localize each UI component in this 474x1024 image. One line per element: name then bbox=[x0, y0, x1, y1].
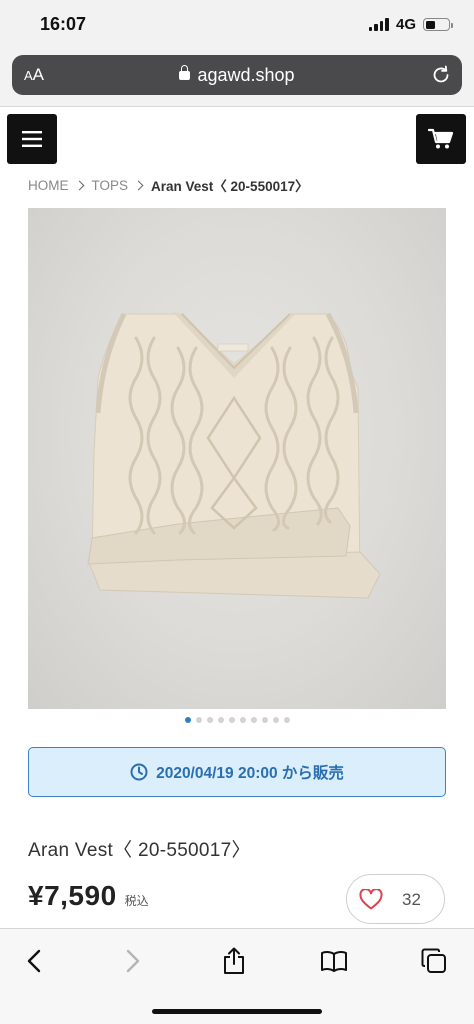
price-row: ¥7,590 税込 bbox=[28, 880, 149, 912]
chevron-right-icon bbox=[126, 949, 140, 973]
bookmarks-button[interactable] bbox=[316, 943, 352, 979]
signal-icon bbox=[368, 18, 389, 31]
product-price: ¥7,590 bbox=[28, 880, 117, 911]
carousel-dot[interactable] bbox=[272, 717, 279, 723]
heart-icon bbox=[359, 888, 383, 909]
url-display[interactable]: agawd.shop bbox=[12, 65, 462, 86]
carousel-dot[interactable] bbox=[228, 717, 235, 723]
carousel-dot[interactable] bbox=[206, 717, 213, 723]
tabs-button[interactable] bbox=[416, 943, 452, 979]
cart-button[interactable] bbox=[416, 114, 466, 164]
like-button[interactable]: 32 bbox=[346, 874, 445, 924]
forward-button[interactable] bbox=[115, 943, 151, 979]
like-count: 32 bbox=[402, 890, 421, 909]
release-date-text: 2020/04/19 20:00 から販売 bbox=[156, 765, 344, 782]
tax-label: 税込 bbox=[124, 894, 149, 908]
breadcrumb-category[interactable]: TOPS bbox=[92, 178, 129, 193]
carousel-dot[interactable] bbox=[250, 717, 257, 723]
product-title: Aran Vest〈 20-550017〉 bbox=[28, 840, 251, 861]
address-bar[interactable]: AA agawd.shop bbox=[12, 55, 462, 95]
status-bar: 16:07 4G bbox=[0, 0, 474, 52]
battery-icon bbox=[423, 18, 453, 31]
clock-icon bbox=[130, 763, 148, 781]
home-indicator bbox=[152, 1009, 322, 1014]
status-indicators: 4G bbox=[368, 16, 453, 33]
status-time: 16:07 bbox=[40, 14, 87, 34]
reload-icon[interactable] bbox=[430, 64, 452, 86]
book-icon bbox=[321, 950, 347, 972]
chevron-right-icon bbox=[74, 180, 84, 190]
share-button[interactable] bbox=[216, 943, 252, 979]
chevron-left-icon bbox=[27, 949, 41, 973]
back-button[interactable] bbox=[16, 943, 52, 979]
address-area: AA agawd.shop bbox=[0, 52, 474, 107]
network-label: 4G bbox=[395, 16, 416, 33]
carousel-dot[interactable] bbox=[195, 717, 202, 723]
breadcrumb: HOME TOPS Aran Vest〈 20-550017〉 bbox=[28, 175, 309, 195]
carousel-dot[interactable] bbox=[239, 717, 246, 723]
carousel-dot[interactable] bbox=[283, 717, 290, 723]
vest-illustration bbox=[87, 311, 381, 599]
tabs-icon bbox=[421, 948, 446, 973]
product-photo[interactable] bbox=[28, 208, 446, 709]
breadcrumb-home[interactable]: HOME bbox=[28, 178, 69, 193]
release-date-banner: 2020/04/19 20:00 から販売 bbox=[28, 747, 446, 797]
carousel-dots[interactable] bbox=[0, 717, 474, 723]
lock-icon bbox=[179, 65, 191, 80]
url-text: agawd.shop bbox=[197, 65, 295, 85]
chevron-right-icon bbox=[133, 180, 144, 190]
cart-icon bbox=[428, 128, 454, 149]
share-icon bbox=[224, 947, 244, 974]
carousel-dot[interactable] bbox=[261, 717, 268, 723]
carousel-dot[interactable] bbox=[217, 717, 224, 723]
carousel-dot[interactable] bbox=[184, 717, 191, 723]
breadcrumb-current: Aran Vest〈 20-550017〉 bbox=[151, 179, 309, 194]
hamburger-icon bbox=[22, 131, 42, 147]
menu-button[interactable] bbox=[7, 114, 57, 164]
